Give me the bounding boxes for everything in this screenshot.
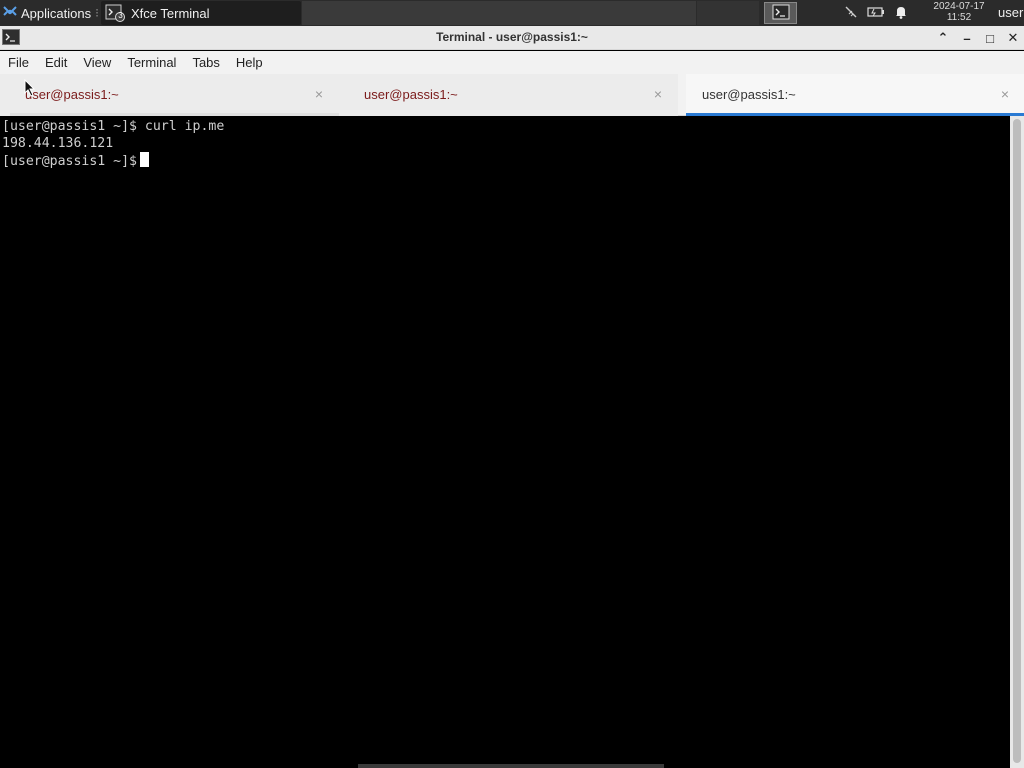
tab-1[interactable]: user@passis1:~ × [0,74,339,116]
tab-2[interactable]: user@passis1:~ × [339,74,678,116]
network-disconnected-icon[interactable] [843,4,859,23]
taskbar-button-xfce-terminal[interactable]: 3 Xfce Terminal [101,1,301,25]
battery-icon[interactable] [867,4,885,23]
terminal-prompt-line: [user@passis1 ~]$ [2,152,1010,169]
tab-close-icon[interactable]: × [654,86,662,102]
tab-label: user@passis1:~ [702,87,796,102]
system-tray [843,0,909,26]
workspace-switcher-button[interactable] [764,2,797,24]
clock-date: 2024-07-17 [933,1,985,12]
task-count-badge: 3 [118,11,123,20]
terminal-icon [772,4,790,23]
xfce-mouse-icon [2,4,18,23]
minimize-button[interactable]: – [958,29,976,47]
panel-clock[interactable]: 2024-07-17 11:52 [928,1,990,23]
bell-icon[interactable] [893,4,909,23]
vertical-scrollbar[interactable] [1010,116,1024,768]
clock-time: 11:52 [946,12,972,23]
terminal-cursor [139,152,149,167]
tab-close-icon[interactable]: × [1001,86,1009,102]
bottom-resize-bar [358,764,664,768]
menu-file[interactable]: File [0,55,37,70]
tab-3[interactable]: user@passis1:~ × [686,74,1024,116]
menu-edit[interactable]: Edit [37,55,75,70]
window-titlebar[interactable]: Terminal - user@passis1:~ ⌃ – □ ✕ [0,26,1024,50]
menu-terminal[interactable]: Terminal [119,55,184,70]
terminal-line: [user@passis1 ~]$ curl ip.me [2,119,225,134]
tab-bar: user@passis1:~ × user@passis1:~ × user@p… [0,74,1024,116]
window-title: Terminal - user@passis1:~ [436,30,588,44]
applications-label: Applications [21,5,92,21]
scrollbar-thumb[interactable] [1013,119,1021,763]
tab-close-icon[interactable]: × [315,86,323,102]
taskbar-empty-area-2 [697,1,759,25]
terminal-prompt: [user@passis1 ~]$ [2,154,137,169]
panel-separator: ⁝ [95,6,99,20]
mouse-pointer-icon [24,79,36,97]
taskbar-label: Xfce Terminal [131,5,210,21]
taskbar-empty-area [302,1,696,25]
shade-button[interactable]: ⌃ [934,29,952,47]
menu-bar: File Edit View Terminal Tabs Help [0,51,1024,74]
maximize-button[interactable]: □ [981,29,999,47]
top-panel: Applications ⁝ 3 Xfce Terminal 2024-07-1… [0,0,1024,26]
tab-label: user@passis1:~ [364,87,458,102]
close-button[interactable]: ✕ [1004,29,1022,47]
terminal-line: 198.44.136.121 [2,136,114,151]
menu-tabs[interactable]: Tabs [184,55,227,70]
tab-label: user@passis1:~ [25,87,119,102]
menu-view[interactable]: View [75,55,119,70]
user-menu[interactable]: user [998,5,1023,20]
terminal-output[interactable]: [user@passis1 ~]$ curl ip.me 198.44.136.… [0,116,1010,768]
applications-menu-button[interactable]: Applications ⁝ [0,0,99,26]
menu-help[interactable]: Help [228,55,271,70]
terminal-icon: 3 [105,4,125,22]
